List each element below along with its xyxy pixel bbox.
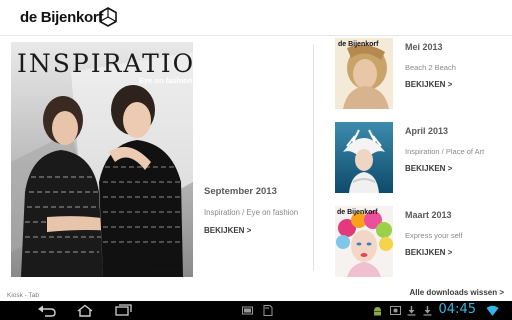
issue-item: de Bijenkorf Maart 2013 Express your sel… bbox=[335, 206, 510, 278]
download-icon bbox=[423, 306, 432, 316]
column-divider bbox=[313, 44, 314, 270]
issue-cover-thumbnail[interactable] bbox=[335, 122, 393, 193]
download-icon bbox=[407, 306, 416, 316]
featured-magazine-cover[interactable]: INSPIRATION Eye on fashion de Bijenkorf bbox=[11, 42, 193, 277]
delete-all-downloads-link[interactable]: Alle downloads wissen > bbox=[410, 288, 504, 297]
issue-cover-brand: de Bijenkorf bbox=[338, 41, 379, 48]
screenshot-icon bbox=[242, 306, 253, 315]
breadcrumb: Kiosk - Tab bbox=[7, 292, 40, 299]
brand-logo-text: de Bijenkorf bbox=[20, 9, 104, 26]
issue-item: de Bijenkorf Mei 2013 Beach 2 Beach BEKI… bbox=[335, 38, 510, 110]
issue-item: April 2013 Inspiration / Place of Art BE… bbox=[335, 122, 510, 194]
issue-date: Mei 2013 bbox=[405, 42, 443, 52]
system-navigation-bar: 04:45 bbox=[0, 301, 512, 320]
issue-cover-brand: de Bijenkorf bbox=[337, 209, 378, 216]
issue-date: April 2013 bbox=[405, 126, 449, 136]
recent-apps-icon[interactable] bbox=[112, 304, 134, 317]
featured-view-link[interactable]: BEKIJKEN > bbox=[204, 226, 251, 235]
app-header: de Bijenkorf bbox=[0, 0, 512, 36]
featured-issue-date: September 2013 bbox=[204, 186, 277, 197]
bijenkorf-hexagon-logo-icon bbox=[99, 7, 117, 27]
wifi-icon bbox=[486, 305, 499, 316]
android-debug-icon bbox=[374, 307, 381, 316]
issue-view-link[interactable]: BEKIJKEN > bbox=[405, 80, 452, 89]
issue-subtitle: Beach 2 Beach bbox=[405, 63, 456, 72]
issue-date: Maart 2013 bbox=[405, 210, 452, 220]
issue-cover-thumbnail[interactable]: de Bijenkorf bbox=[335, 38, 393, 109]
cover-tagline: Eye on fashion bbox=[139, 76, 193, 85]
cover-title: INSPIRATION bbox=[17, 49, 193, 78]
back-icon[interactable] bbox=[36, 304, 58, 317]
gallery-icon bbox=[390, 306, 401, 315]
sd-card-icon bbox=[263, 305, 273, 316]
issue-subtitle: Express your self bbox=[405, 231, 463, 240]
home-icon[interactable] bbox=[74, 304, 96, 317]
issue-view-link[interactable]: BEKIJKEN > bbox=[405, 164, 452, 173]
cover-brand: de Bijenkorf bbox=[139, 262, 177, 269]
issue-view-link[interactable]: BEKIJKEN > bbox=[405, 248, 452, 257]
issue-subtitle: Inspiration / Place of Art bbox=[405, 147, 485, 156]
issue-cover-thumbnail[interactable]: de Bijenkorf bbox=[335, 206, 393, 277]
featured-issue-subtitle: Inspiration / Eye on fashion bbox=[204, 208, 299, 217]
system-clock: 04:45 bbox=[438, 302, 476, 317]
